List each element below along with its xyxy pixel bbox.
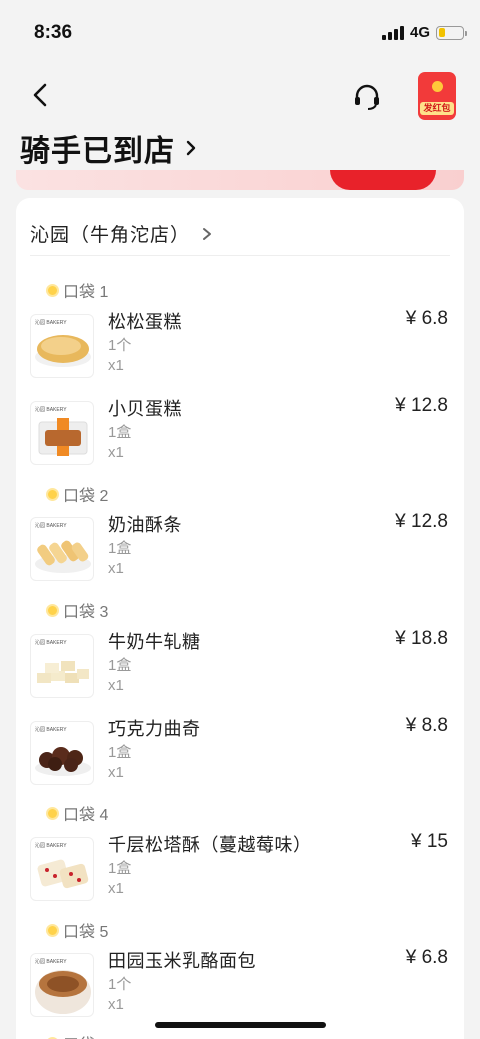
bag-label-text: 口袋 6	[63, 1031, 108, 1039]
bag-coin-icon	[46, 923, 59, 937]
item-name: 松松蛋糕	[108, 312, 182, 332]
item-image: 沁园 BAKERY	[30, 314, 94, 378]
customer-service-button[interactable]	[352, 82, 382, 112]
bag-label: 口袋 3	[46, 598, 108, 622]
status-bar: 8:36 4G	[0, 0, 480, 70]
bag-label: 口袋 4	[46, 801, 108, 825]
item-image: 沁园 BAKERY	[30, 401, 94, 465]
item-price: ¥ 15	[411, 831, 448, 852]
item-quantity: x1	[108, 357, 124, 374]
order-item[interactable]: 沁园 BAKERY 小贝蛋糕 ¥ 12.8 1盒 x1	[30, 395, 450, 471]
store-name: 沁园（牛角沱店）	[30, 225, 191, 246]
item-name: 巧克力曲奇	[108, 719, 201, 739]
bag-label-text: 口袋 5	[63, 924, 109, 941]
item-price: ¥ 8.8	[405, 715, 448, 736]
item-price: ¥ 12.8	[395, 395, 448, 416]
item-image: 沁园 BAKERY	[30, 721, 94, 785]
bag-label: 口袋 5	[46, 918, 108, 942]
battery-icon	[436, 25, 467, 40]
item-name: 千层松塔酥（蔓越莓味）	[108, 835, 312, 855]
bag-coin-icon	[46, 603, 59, 617]
signal-icon	[381, 25, 404, 40]
item-unit: 1盒	[108, 657, 132, 674]
item-price: ¥ 18.8	[395, 628, 448, 649]
red-packet-coin-icon	[432, 81, 443, 92]
item-quantity: x1	[108, 560, 124, 577]
thumb-brand: 沁园 BAKERY	[35, 958, 67, 965]
back-button[interactable]	[28, 82, 54, 108]
thumb-brand: 沁园 BAKERY	[35, 319, 67, 326]
item-unit: 1个	[108, 976, 132, 993]
item-quantity: x1	[108, 996, 124, 1013]
thumb-brand: 沁园 BAKERY	[35, 406, 67, 413]
red-packet-label: 发红包	[420, 102, 454, 115]
item-unit: 1盒	[108, 744, 132, 761]
item-unit: 1盒	[108, 424, 132, 441]
bag-label-text: 口袋 3	[63, 604, 109, 621]
item-image: 沁园 BAKERY	[30, 634, 94, 698]
order-item[interactable]: 沁园 BAKERY 千层松塔酥（蔓越莓味） ¥ 15 1盒 x1	[30, 831, 450, 907]
headset-icon	[355, 84, 379, 110]
bag-label-text: 口袋 2	[63, 488, 109, 505]
item-image: 沁园 BAKERY	[30, 953, 94, 1017]
item-quantity: x1	[108, 880, 124, 897]
item-name: 牛奶牛轧糖	[108, 632, 201, 652]
battery-level	[438, 28, 446, 37]
send-red-packet-button[interactable]: 发红包	[418, 72, 456, 120]
home-indicator[interactable]	[155, 1022, 326, 1028]
bag-coin-icon	[46, 806, 59, 820]
item-price: ¥ 6.8	[405, 947, 448, 968]
network-type: 4G	[409, 24, 430, 41]
order-item[interactable]: 沁园 BAKERY 巧克力曲奇 ¥ 8.8 1盒 x1	[30, 715, 450, 791]
item-quantity: x1	[108, 764, 124, 781]
status-time: 8:36	[34, 22, 73, 43]
item-price: ¥ 6.8	[405, 308, 448, 329]
item-quantity: x1	[108, 444, 124, 461]
status-indicators: 4G	[381, 24, 467, 41]
promo-banner[interactable]	[16, 170, 464, 190]
order-card: 沁园（牛角沱店） 口袋 1 口袋 2 口袋 3 口袋 4 口袋 5 口袋 6 沁…	[16, 198, 464, 1039]
item-name: 小贝蛋糕	[108, 399, 182, 419]
item-unit: 1个	[108, 337, 132, 354]
item-quantity: x1	[108, 677, 124, 694]
thumb-brand: 沁园 BAKERY	[35, 639, 67, 646]
order-item[interactable]: 沁园 BAKERY 牛奶牛轧糖 ¥ 18.8 1盒 x1	[30, 628, 450, 704]
item-image: 沁园 BAKERY	[30, 517, 94, 581]
chevron-right-icon	[186, 140, 196, 156]
thumb-brand: 沁园 BAKERY	[35, 726, 67, 733]
thumb-brand: 沁园 BAKERY	[35, 842, 67, 849]
item-name: 田园玉米乳酪面包	[108, 951, 256, 971]
order-item[interactable]: 沁园 BAKERY 田园玉米乳酪面包 ¥ 6.8 1个 x1	[30, 947, 450, 1023]
order-item[interactable]: 沁园 BAKERY 奶油酥条 ¥ 12.8 1盒 x1	[30, 511, 450, 587]
bag-label: 口袋 6	[46, 1031, 108, 1039]
item-image: 沁园 BAKERY	[30, 837, 94, 901]
bag-label: 口袋 1	[46, 278, 108, 302]
bag-coin-icon	[46, 283, 59, 297]
banner-figure	[330, 170, 436, 190]
item-price: ¥ 12.8	[395, 511, 448, 532]
item-unit: 1盒	[108, 540, 132, 557]
item-name: 奶油酥条	[108, 515, 182, 535]
chevron-left-icon	[33, 83, 47, 107]
order-status-text: 骑手已到店	[20, 135, 175, 168]
item-unit: 1盒	[108, 860, 132, 877]
bag-label: 口袋 2	[46, 482, 108, 506]
thumb-brand: 沁园 BAKERY	[35, 522, 67, 529]
bag-label-text: 口袋 4	[63, 807, 109, 824]
store-row[interactable]: 沁园（牛角沱店）	[30, 212, 450, 256]
chevron-right-icon	[203, 227, 212, 240]
order-status-title[interactable]: 骑手已到店	[20, 126, 197, 170]
bag-label-text: 口袋 1	[63, 284, 109, 301]
order-item[interactable]: 沁园 BAKERY 松松蛋糕 ¥ 6.8 1个 x1	[30, 308, 450, 384]
bag-coin-icon	[46, 487, 59, 501]
